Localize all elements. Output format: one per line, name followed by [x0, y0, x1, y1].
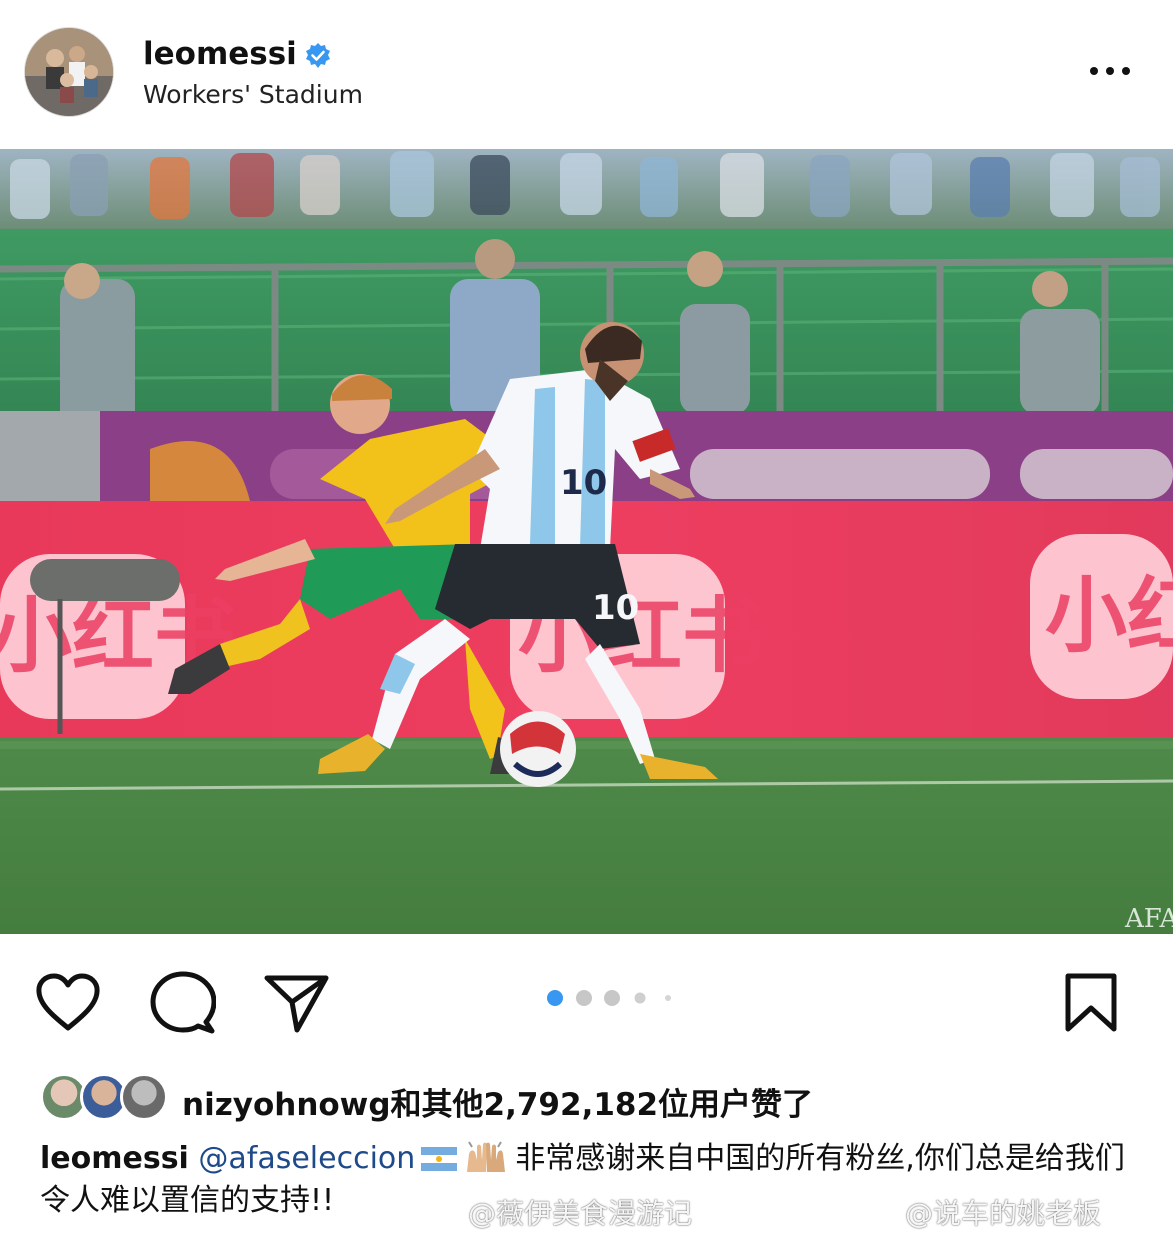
post-username[interactable]: leomessi [143, 36, 297, 72]
repost-watermark-right: @说车的姚老板 [905, 1192, 1101, 1232]
raised-hands-icon [467, 1141, 506, 1172]
carousel-dot[interactable] [576, 990, 592, 1006]
post-photo[interactable]: 小红书 小红书 小红书 10 10 [0, 149, 1173, 934]
bookmark-icon[interactable] [1063, 972, 1119, 1034]
soccer-ball [500, 711, 576, 787]
heart-icon[interactable] [34, 972, 102, 1034]
liker-avatar[interactable] [120, 1073, 168, 1121]
carousel-dot[interactable] [604, 990, 620, 1006]
repost-watermark-left: @薇伊美食漫游记 [468, 1192, 692, 1232]
first-liker-username[interactable]: nizyohnowg [182, 1087, 391, 1123]
likes-row: nizyohnowg和其他2,792,182位用户赞了 [40, 1073, 1140, 1123]
messi-shirt-number: 10 [560, 463, 607, 503]
banner-text-right: 小红书 [1045, 569, 1173, 664]
likes-suffix: 和其他2,792,182位用户赞了 [390, 1087, 814, 1123]
comment-icon[interactable] [150, 970, 216, 1036]
argentina-flag-icon [421, 1147, 458, 1171]
post-header: leomessi Workers' Stadium [0, 0, 1173, 150]
post-location[interactable]: Workers' Stadium [143, 80, 363, 109]
verified-badge-icon [306, 43, 330, 68]
more-options-icon[interactable] [1086, 56, 1134, 86]
share-icon[interactable] [262, 972, 330, 1034]
caption-mention[interactable]: @afaseleccion [198, 1141, 415, 1176]
carousel-dot[interactable] [665, 995, 671, 1001]
carousel-dot[interactable] [634, 992, 646, 1004]
watermark-right-text: @说车的姚老板 [905, 1197, 1102, 1230]
likes-count-text[interactable]: nizyohnowg和其他2,792,182位用户赞了 [182, 1079, 813, 1124]
carousel-dot[interactable] [547, 990, 563, 1006]
caption-username[interactable]: leomessi [40, 1141, 189, 1176]
watermark-left-text: @薇伊美食漫游记 [468, 1197, 693, 1230]
profile-avatar[interactable] [24, 27, 114, 117]
messi-shorts-number: 10 [592, 588, 639, 628]
photo-watermark: AFA [1124, 904, 1173, 934]
crowd-figures [10, 151, 1160, 219]
carousel-indicator [547, 990, 671, 1006]
